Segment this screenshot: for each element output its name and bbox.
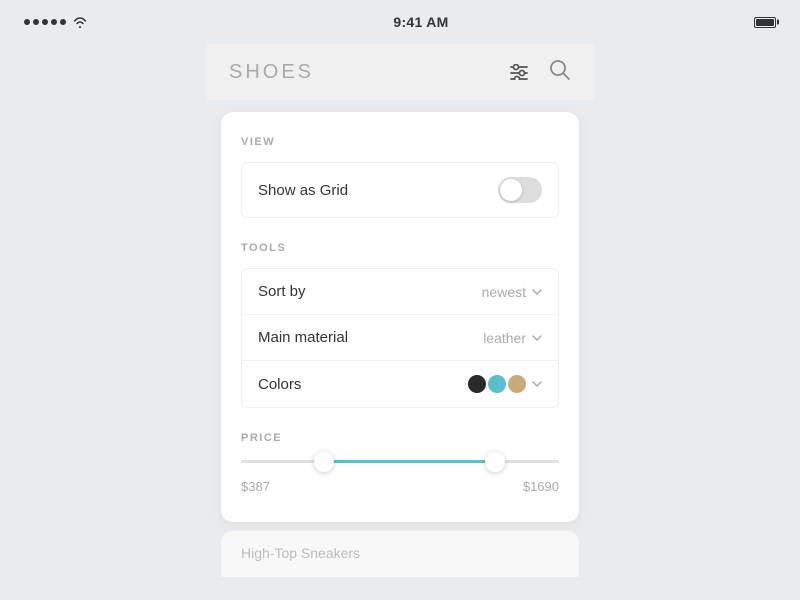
wifi-icon [72, 16, 88, 28]
app-header: SHOES [205, 44, 595, 100]
price-min-thumb[interactable] [314, 452, 334, 472]
search-icon [549, 59, 571, 81]
tools-section: TOOLS Sort by newest Main material [241, 242, 559, 408]
sort-by-row[interactable]: Sort by newest [242, 269, 558, 315]
main-material-row[interactable]: Main material leather [242, 315, 558, 361]
sort-by-label: Sort by [258, 283, 306, 300]
filter-icon[interactable] [509, 64, 529, 80]
colors-row[interactable]: Colors [242, 361, 558, 407]
chevron-down-icon [532, 381, 542, 387]
price-max-thumb[interactable] [485, 452, 505, 472]
status-left [24, 16, 88, 28]
battery-icon [754, 17, 776, 28]
status-right [754, 17, 776, 28]
app-container: SHOES [205, 44, 595, 600]
colors-value [468, 375, 542, 393]
tools-section-label: TOOLS [241, 242, 559, 254]
view-section: VIEW Show as Grid [241, 136, 559, 218]
main-material-value: leather [483, 330, 542, 346]
grid-toggle-label: Show as Grid [258, 182, 348, 199]
price-slider-fill [324, 460, 496, 463]
color-swatches [468, 375, 526, 393]
search-button[interactable] [549, 59, 571, 86]
view-section-label: VIEW [241, 136, 559, 148]
color-swatch-teal [488, 375, 506, 393]
main-material-label: Main material [258, 329, 348, 346]
header-icons [509, 59, 571, 86]
signal-icon [24, 19, 66, 25]
color-swatch-tan [508, 375, 526, 393]
price-min-label: $387 [241, 479, 270, 494]
sort-by-value: newest [482, 284, 542, 300]
status-bar: 9:41 AM [0, 0, 800, 44]
status-time: 9:41 AM [393, 14, 448, 30]
bottom-peek[interactable]: High-Top Sneakers [221, 530, 579, 577]
price-max-label: $1690 [523, 479, 559, 494]
color-swatch-dark [468, 375, 486, 393]
grid-toggle[interactable] [498, 177, 542, 203]
grid-toggle-row[interactable]: Show as Grid [241, 162, 559, 218]
filter-panel: VIEW Show as Grid TOOLS Sort by newest [221, 112, 579, 522]
tool-rows: Sort by newest Main material leather [241, 268, 559, 408]
chevron-down-icon [532, 335, 542, 341]
colors-label: Colors [258, 376, 301, 393]
price-labels: $387 $1690 [241, 479, 559, 494]
price-section: PRICE $387 $1690 [241, 432, 559, 494]
price-section-label: PRICE [241, 432, 559, 444]
peek-title: High-Top Sneakers [241, 545, 360, 561]
chevron-down-icon [532, 289, 542, 295]
price-slider-container: $387 $1690 [241, 460, 559, 494]
toggle-knob [500, 179, 522, 201]
app-title: SHOES [229, 61, 314, 84]
price-slider-track [241, 460, 559, 463]
